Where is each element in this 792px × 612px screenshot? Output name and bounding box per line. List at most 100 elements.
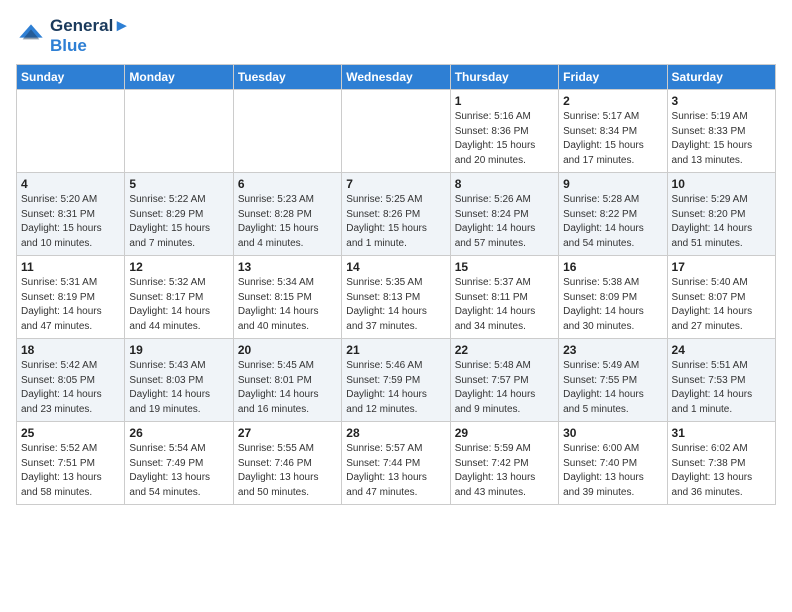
calendar-cell: 17 Sunrise: 5:40 AM Sunset: 8:07 PM Dayli… bbox=[667, 256, 775, 339]
day-number: 21 bbox=[346, 343, 445, 357]
day-number: 23 bbox=[563, 343, 662, 357]
logo-icon bbox=[16, 21, 46, 51]
day-number: 28 bbox=[346, 426, 445, 440]
day-info: Sunrise: 5:16 AM Sunset: 8:36 PM Dayligh… bbox=[455, 110, 554, 168]
logo: General► Blue bbox=[16, 16, 130, 56]
day-info: Sunrise: 5:22 AM Sunset: 8:29 PM Dayligh… bbox=[129, 193, 228, 251]
day-info: Sunrise: 5:31 AM Sunset: 8:19 PM Dayligh… bbox=[21, 276, 120, 334]
calendar-cell: 13 Sunrise: 5:34 AM Sunset: 8:15 PM Dayli… bbox=[233, 256, 341, 339]
calendar-cell: 12 Sunrise: 5:32 AM Sunset: 8:17 PM Dayli… bbox=[125, 256, 233, 339]
day-number: 5 bbox=[129, 177, 228, 191]
calendar-cell bbox=[17, 90, 125, 173]
day-info: Sunrise: 5:43 AM Sunset: 8:03 PM Dayligh… bbox=[129, 359, 228, 417]
day-number: 27 bbox=[238, 426, 337, 440]
logo-text: General► Blue bbox=[50, 16, 130, 56]
calendar-cell: 23 Sunrise: 5:49 AM Sunset: 7:55 PM Dayli… bbox=[559, 339, 667, 422]
calendar-cell: 6Sunrise: 5:23 AM Sunset: 8:28 PM Daylig… bbox=[233, 173, 341, 256]
calendar-cell: 1 Sunrise: 5:16 AM Sunset: 8:36 PM Daylig… bbox=[450, 90, 558, 173]
calendar-cell: 31 Sunrise: 6:02 AM Sunset: 7:38 PM Dayli… bbox=[667, 422, 775, 505]
calendar-cell: 11 Sunrise: 5:31 AM Sunset: 8:19 PM Dayli… bbox=[17, 256, 125, 339]
calendar-cell: 14 Sunrise: 5:35 AM Sunset: 8:13 PM Dayli… bbox=[342, 256, 450, 339]
calendar-cell bbox=[342, 90, 450, 173]
day-number: 14 bbox=[346, 260, 445, 274]
day-number: 29 bbox=[455, 426, 554, 440]
calendar-cell: 22Sunrise: 5:48 AM Sunset: 7:57 PM Dayli… bbox=[450, 339, 558, 422]
weekday-header-tuesday: Tuesday bbox=[233, 65, 341, 90]
calendar-cell: 29 Sunrise: 5:59 AM Sunset: 7:42 PM Dayli… bbox=[450, 422, 558, 505]
day-number: 17 bbox=[672, 260, 771, 274]
day-info: Sunrise: 5:46 AM Sunset: 7:59 PM Dayligh… bbox=[346, 359, 445, 417]
calendar-cell: 8 Sunrise: 5:26 AM Sunset: 8:24 PM Daylig… bbox=[450, 173, 558, 256]
day-number: 12 bbox=[129, 260, 228, 274]
calendar-cell bbox=[125, 90, 233, 173]
day-info: Sunrise: 5:49 AM Sunset: 7:55 PM Dayligh… bbox=[563, 359, 662, 417]
day-number: 13 bbox=[238, 260, 337, 274]
calendar-cell: 27 Sunrise: 5:55 AM Sunset: 7:46 PM Dayli… bbox=[233, 422, 341, 505]
calendar-cell: 18 Sunrise: 5:42 AM Sunset: 8:05 PM Dayli… bbox=[17, 339, 125, 422]
day-number: 1 bbox=[455, 94, 554, 108]
calendar-cell: 2 Sunrise: 5:17 AM Sunset: 8:34 PM Daylig… bbox=[559, 90, 667, 173]
day-info: Sunrise: 5:55 AM Sunset: 7:46 PM Dayligh… bbox=[238, 442, 337, 500]
calendar-cell: 24 Sunrise: 5:51 AM Sunset: 7:53 PM Dayli… bbox=[667, 339, 775, 422]
calendar-cell: 20 Sunrise: 5:45 AM Sunset: 8:01 PM Dayli… bbox=[233, 339, 341, 422]
day-number: 16 bbox=[563, 260, 662, 274]
weekday-header-friday: Friday bbox=[559, 65, 667, 90]
day-info: Sunrise: 5:20 AM Sunset: 8:31 PM Dayligh… bbox=[21, 193, 120, 251]
day-info: Sunrise: 5:35 AM Sunset: 8:13 PM Dayligh… bbox=[346, 276, 445, 334]
day-info: Sunrise: 5:51 AM Sunset: 7:53 PM Dayligh… bbox=[672, 359, 771, 417]
day-number: 30 bbox=[563, 426, 662, 440]
day-number: 7 bbox=[346, 177, 445, 191]
day-info: Sunrise: 5:32 AM Sunset: 8:17 PM Dayligh… bbox=[129, 276, 228, 334]
day-info: Sunrise: 5:54 AM Sunset: 7:49 PM Dayligh… bbox=[129, 442, 228, 500]
day-info: Sunrise: 5:29 AM Sunset: 8:20 PM Dayligh… bbox=[672, 193, 771, 251]
day-info: Sunrise: 5:26 AM Sunset: 8:24 PM Dayligh… bbox=[455, 193, 554, 251]
day-info: Sunrise: 5:28 AM Sunset: 8:22 PM Dayligh… bbox=[563, 193, 662, 251]
day-number: 3 bbox=[672, 94, 771, 108]
day-info: Sunrise: 5:59 AM Sunset: 7:42 PM Dayligh… bbox=[455, 442, 554, 500]
calendar-cell: 9Sunrise: 5:28 AM Sunset: 8:22 PM Daylig… bbox=[559, 173, 667, 256]
day-number: 2 bbox=[563, 94, 662, 108]
calendar-cell: 21 Sunrise: 5:46 AM Sunset: 7:59 PM Dayli… bbox=[342, 339, 450, 422]
calendar-cell: 15 Sunrise: 5:37 AM Sunset: 8:11 PM Dayli… bbox=[450, 256, 558, 339]
day-number: 31 bbox=[672, 426, 771, 440]
calendar-cell bbox=[233, 90, 341, 173]
day-info: Sunrise: 5:45 AM Sunset: 8:01 PM Dayligh… bbox=[238, 359, 337, 417]
day-info: Sunrise: 5:19 AM Sunset: 8:33 PM Dayligh… bbox=[672, 110, 771, 168]
day-info: Sunrise: 5:37 AM Sunset: 8:11 PM Dayligh… bbox=[455, 276, 554, 334]
calendar-table: SundayMondayTuesdayWednesdayThursdayFrid… bbox=[16, 64, 776, 505]
day-number: 11 bbox=[21, 260, 120, 274]
day-info: Sunrise: 5:48 AM Sunset: 7:57 PM Dayligh… bbox=[455, 359, 554, 417]
day-info: Sunrise: 5:25 AM Sunset: 8:26 PM Dayligh… bbox=[346, 193, 445, 251]
calendar-cell: 28Sunrise: 5:57 AM Sunset: 7:44 PM Dayli… bbox=[342, 422, 450, 505]
day-info: Sunrise: 5:52 AM Sunset: 7:51 PM Dayligh… bbox=[21, 442, 120, 500]
day-number: 26 bbox=[129, 426, 228, 440]
day-number: 25 bbox=[21, 426, 120, 440]
day-info: Sunrise: 5:40 AM Sunset: 8:07 PM Dayligh… bbox=[672, 276, 771, 334]
calendar-cell: 5 Sunrise: 5:22 AM Sunset: 8:29 PM Daylig… bbox=[125, 173, 233, 256]
calendar-cell: 19 Sunrise: 5:43 AM Sunset: 8:03 PM Dayli… bbox=[125, 339, 233, 422]
day-number: 10 bbox=[672, 177, 771, 191]
calendar-cell: 7 Sunrise: 5:25 AM Sunset: 8:26 PM Daylig… bbox=[342, 173, 450, 256]
day-number: 24 bbox=[672, 343, 771, 357]
calendar-cell: 3 Sunrise: 5:19 AM Sunset: 8:33 PM Daylig… bbox=[667, 90, 775, 173]
day-info: Sunrise: 5:17 AM Sunset: 8:34 PM Dayligh… bbox=[563, 110, 662, 168]
day-info: Sunrise: 5:42 AM Sunset: 8:05 PM Dayligh… bbox=[21, 359, 120, 417]
day-info: Sunrise: 5:34 AM Sunset: 8:15 PM Dayligh… bbox=[238, 276, 337, 334]
day-number: 8 bbox=[455, 177, 554, 191]
page-header: General► Blue bbox=[16, 16, 776, 56]
calendar-cell: 4Sunrise: 5:20 AM Sunset: 8:31 PM Daylig… bbox=[17, 173, 125, 256]
day-number: 20 bbox=[238, 343, 337, 357]
weekday-header-wednesday: Wednesday bbox=[342, 65, 450, 90]
day-number: 15 bbox=[455, 260, 554, 274]
day-info: Sunrise: 6:02 AM Sunset: 7:38 PM Dayligh… bbox=[672, 442, 771, 500]
weekday-header-saturday: Saturday bbox=[667, 65, 775, 90]
day-info: Sunrise: 6:00 AM Sunset: 7:40 PM Dayligh… bbox=[563, 442, 662, 500]
calendar-cell: 26 Sunrise: 5:54 AM Sunset: 7:49 PM Dayli… bbox=[125, 422, 233, 505]
day-info: Sunrise: 5:38 AM Sunset: 8:09 PM Dayligh… bbox=[563, 276, 662, 334]
day-number: 18 bbox=[21, 343, 120, 357]
weekday-header-monday: Monday bbox=[125, 65, 233, 90]
calendar-cell: 30 Sunrise: 6:00 AM Sunset: 7:40 PM Dayli… bbox=[559, 422, 667, 505]
weekday-header-thursday: Thursday bbox=[450, 65, 558, 90]
day-number: 19 bbox=[129, 343, 228, 357]
day-number: 6 bbox=[238, 177, 337, 191]
